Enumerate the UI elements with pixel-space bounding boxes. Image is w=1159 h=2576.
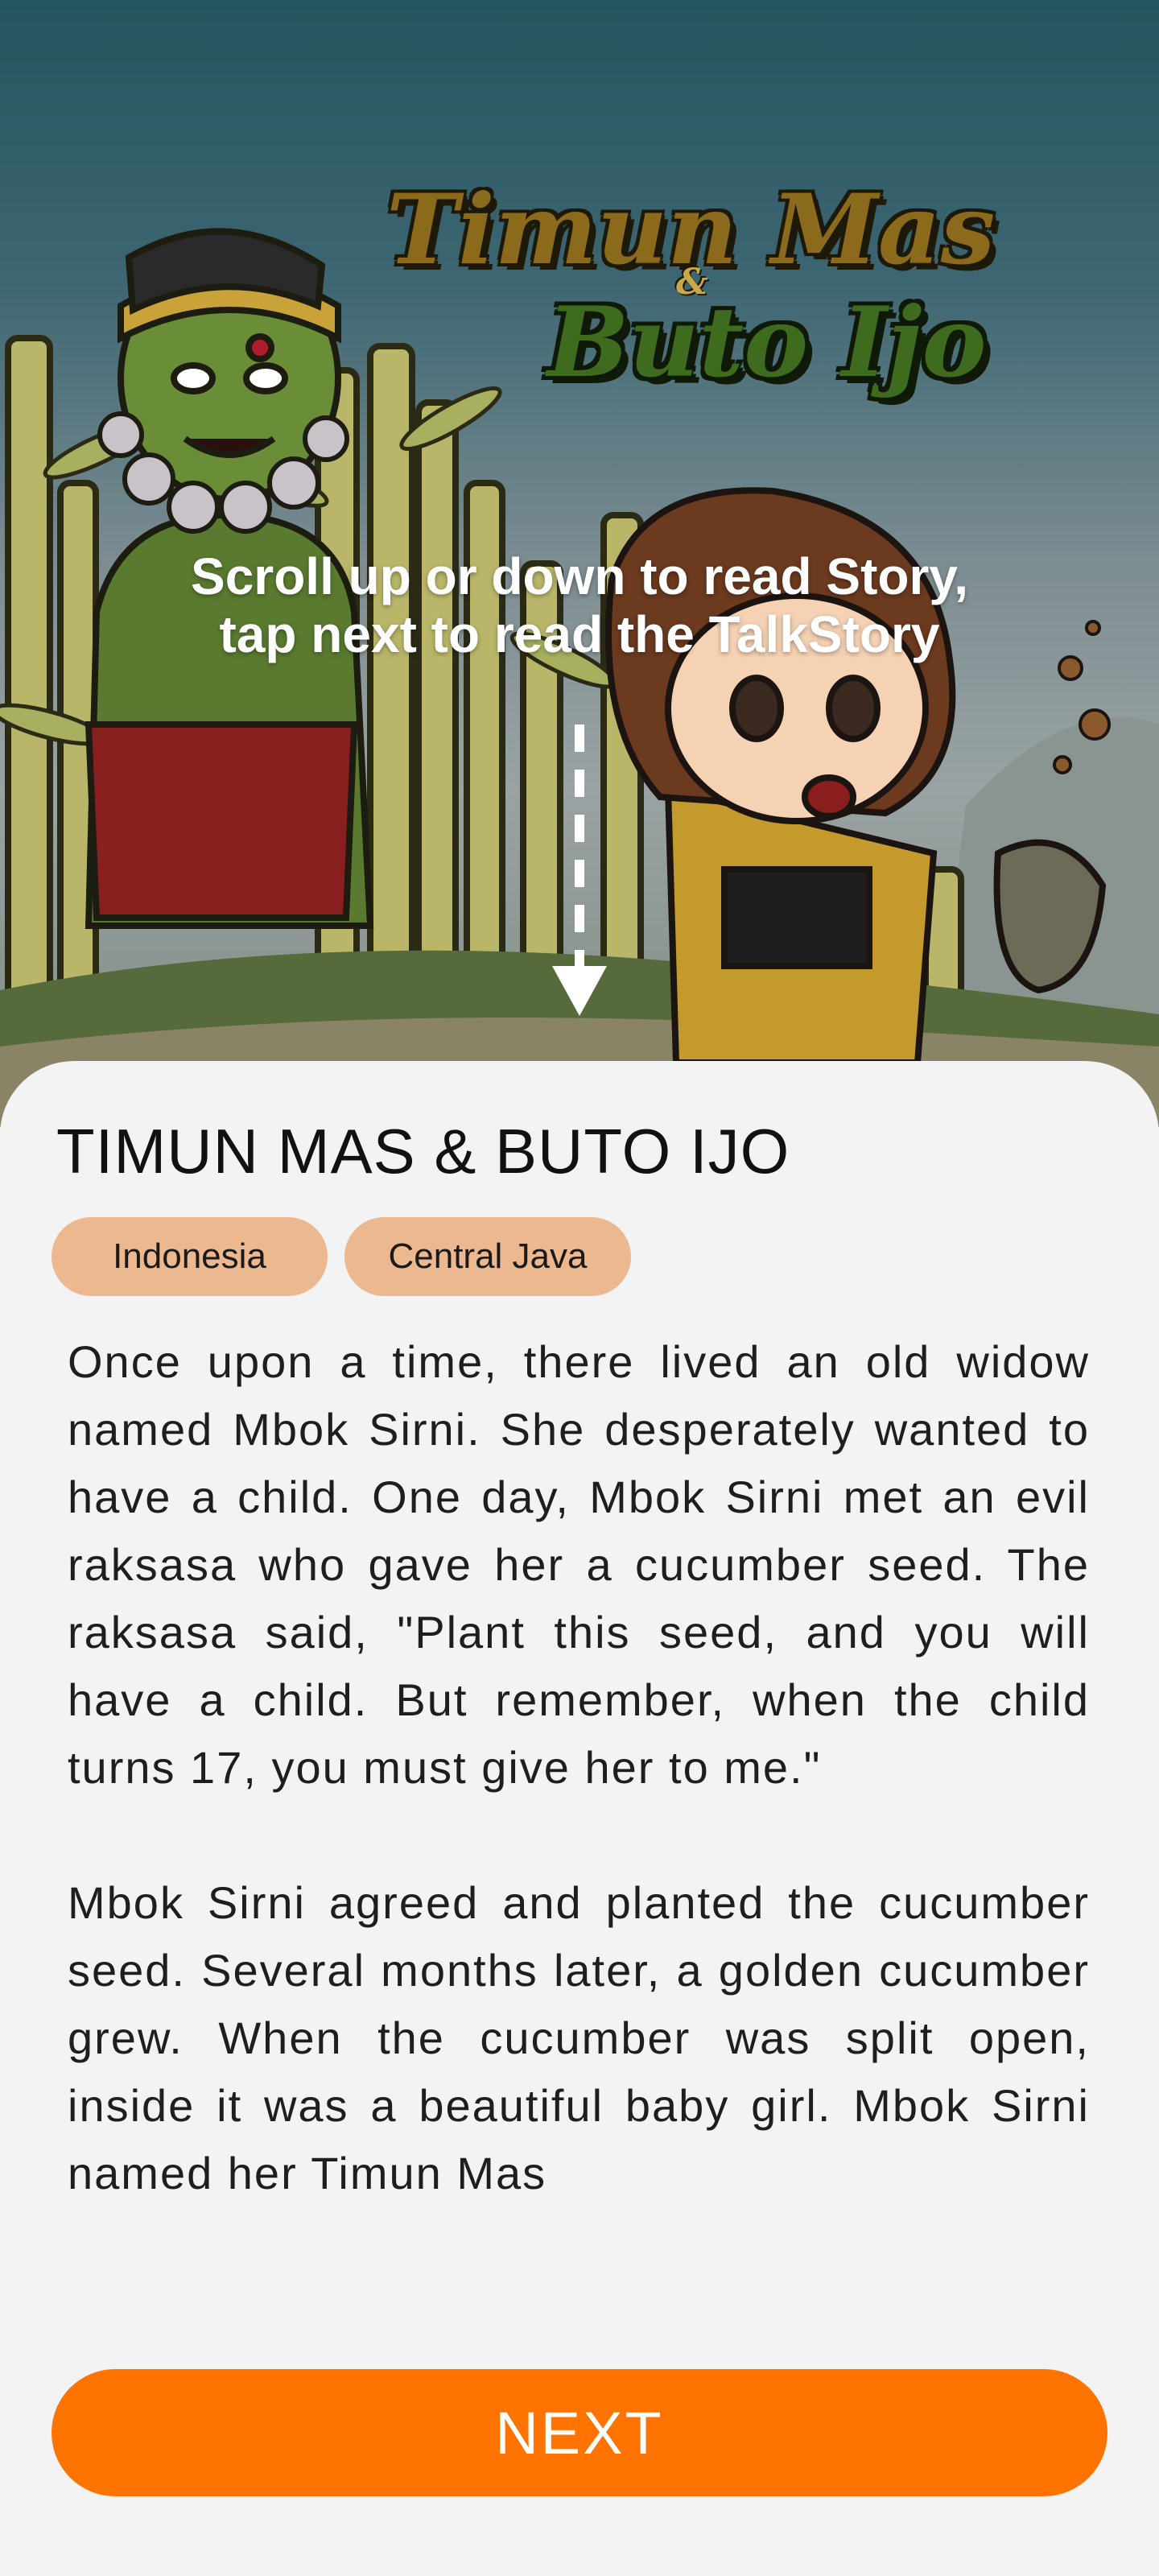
scroll-instruction-line2: tap next to read the TalkStory bbox=[219, 605, 940, 663]
tag-region: Central Java bbox=[344, 1217, 631, 1296]
dashed-down-arrow-icon bbox=[552, 724, 607, 1016]
story-screen: Timun Mas & Buto Ijo Scroll up or down t… bbox=[0, 0, 1159, 2576]
tag-country: Indonesia bbox=[52, 1217, 328, 1296]
story-title: TIMUN MAS & BUTO IJO bbox=[56, 1116, 790, 1187]
scroll-instruction: Scroll up or down to read Story, tap nex… bbox=[0, 547, 1159, 663]
story-paragraph: Mbok Sirni agreed and planted the cucumb… bbox=[68, 1877, 1090, 2198]
story-paragraph: Once upon a time, there lived an old wid… bbox=[68, 1336, 1090, 1793]
story-logo: Timun Mas & Buto Ijo bbox=[378, 173, 1006, 447]
next-button[interactable]: NEXT bbox=[52, 2369, 1107, 2496]
logo-title-line2: Buto Ijo bbox=[547, 286, 987, 399]
story-text-scroll[interactable]: Once upon a time, there lived an old wid… bbox=[68, 1328, 1090, 2318]
scroll-instruction-line1: Scroll up or down to read Story, bbox=[191, 547, 968, 605]
hero-illustration: Timun Mas & Buto Ijo Scroll up or down t… bbox=[0, 0, 1159, 1127]
